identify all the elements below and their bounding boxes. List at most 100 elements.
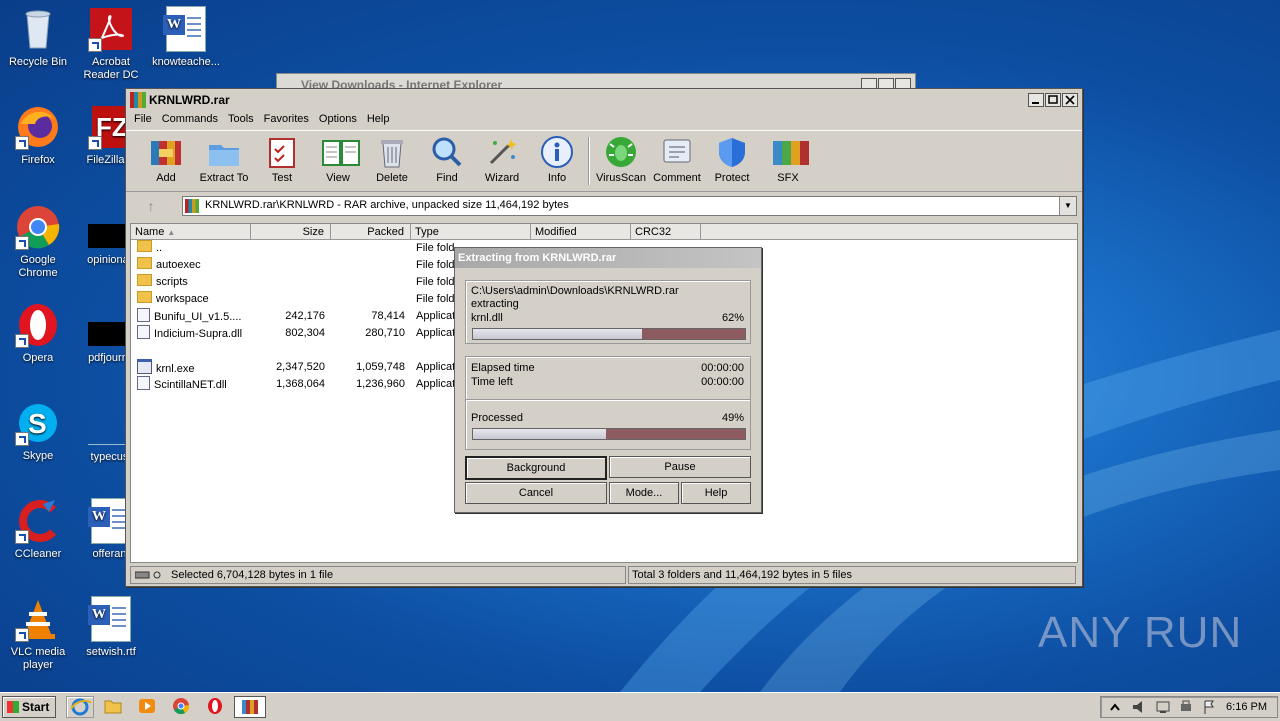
maximize-button[interactable] bbox=[1045, 93, 1061, 107]
up-one-level-button[interactable]: ↑ bbox=[132, 196, 170, 216]
menu-favorites[interactable]: Favorites bbox=[259, 111, 314, 127]
folder-icon bbox=[137, 291, 152, 303]
desktop-icon-label: Google Chrome bbox=[18, 254, 58, 279]
dropdown-arrow-icon[interactable]: ▼ bbox=[1059, 197, 1076, 215]
comment-icon bbox=[660, 135, 694, 169]
address-combobox[interactable]: KRNLWRD.rar\KRNLWRD - RAR archive, unpac… bbox=[182, 196, 1077, 216]
folder-icon bbox=[137, 240, 152, 252]
sfx-button[interactable]: SFX bbox=[760, 135, 816, 184]
desktop-icon-setwish[interactable]: W setwish.rtf bbox=[73, 596, 149, 659]
system-tray: 6:16 PM bbox=[1100, 696, 1278, 718]
sfx-archive-icon bbox=[771, 135, 809, 169]
shortcut-arrow-icon bbox=[15, 334, 29, 348]
file-size-cell: 242,176 bbox=[285, 310, 325, 322]
desktop-icon-label: setwish.rtf bbox=[86, 646, 136, 658]
taskbar-explorer[interactable] bbox=[100, 696, 126, 716]
desktop-icon-label: knowteache... bbox=[152, 56, 220, 68]
status-selection: Selected 6,704,128 bytes in 1 file bbox=[130, 566, 626, 584]
shortcut-arrow-icon bbox=[88, 38, 102, 52]
extract-to-button[interactable]: Extract To bbox=[196, 135, 252, 184]
desktop-icon-ccleaner[interactable]: CCleaner bbox=[0, 498, 76, 561]
file-name-cell: workspace bbox=[137, 291, 249, 308]
title-bar[interactable]: KRNLWRD.rar bbox=[126, 89, 1082, 111]
desktop-icon-acrobat[interactable]: Acrobat Reader DC bbox=[73, 6, 149, 82]
skype-icon: S bbox=[15, 400, 61, 446]
desktop-icon-recycle-bin[interactable]: Recycle Bin bbox=[0, 6, 76, 69]
taskbar-ie[interactable] bbox=[66, 696, 94, 718]
pause-button[interactable]: Pause bbox=[609, 456, 751, 478]
file-packed-cell: 1,059,748 bbox=[356, 361, 405, 373]
test-button[interactable]: Test bbox=[254, 135, 310, 184]
menu-file[interactable]: File bbox=[129, 111, 157, 127]
toolbar-separator bbox=[588, 137, 590, 185]
taskbar-opera[interactable] bbox=[202, 696, 228, 716]
shortcut-arrow-icon bbox=[88, 136, 102, 150]
virusscan-button[interactable]: VirusScan bbox=[593, 135, 649, 184]
info-button[interactable]: Info bbox=[529, 135, 585, 184]
word-document-icon: W bbox=[88, 596, 134, 642]
file-name: workspace bbox=[156, 293, 209, 305]
desktop-icon-firefox[interactable]: Firefox bbox=[0, 104, 76, 167]
time-left-value: 00:00:00 bbox=[701, 376, 744, 388]
column-modified-label: Modified bbox=[535, 226, 577, 238]
recycle-bin-icon bbox=[15, 6, 61, 52]
svg-text:S: S bbox=[28, 408, 47, 439]
desktop-icon-chrome[interactable]: Google Chrome bbox=[0, 204, 76, 280]
file-percent: 62% bbox=[721, 312, 744, 324]
wizard-button[interactable]: Wizard bbox=[474, 135, 530, 184]
start-button[interactable]: Start bbox=[2, 696, 56, 718]
close-button[interactable] bbox=[1062, 93, 1078, 107]
view-button[interactable]: View bbox=[310, 135, 366, 184]
desktop-icon-vlc[interactable]: VLC media player bbox=[0, 596, 76, 672]
menu-commands[interactable]: Commands bbox=[157, 111, 223, 127]
desktop-icon-opera[interactable]: Opera bbox=[0, 302, 76, 365]
archive-icon bbox=[185, 199, 199, 213]
delete-button[interactable]: Delete bbox=[364, 135, 420, 184]
folder-icon bbox=[104, 700, 122, 714]
column-header-crc32[interactable]: CRC32 bbox=[631, 224, 701, 240]
taskbar-winrar[interactable] bbox=[234, 696, 266, 718]
add-button[interactable]: Add bbox=[138, 135, 194, 184]
help-button[interactable]: Help bbox=[681, 482, 751, 504]
shortcut-arrow-icon bbox=[15, 530, 29, 544]
column-header-packed[interactable]: Packed bbox=[331, 224, 411, 240]
view-book-icon bbox=[321, 135, 360, 169]
column-header-size[interactable]: Size bbox=[251, 224, 331, 240]
menu-tools[interactable]: Tools bbox=[223, 111, 259, 127]
status-total-text: Total 3 folders and 11,464,192 bytes in … bbox=[632, 569, 852, 581]
find-button[interactable]: Find bbox=[419, 135, 475, 184]
minimize-button[interactable] bbox=[1028, 93, 1044, 107]
view-label: View bbox=[326, 172, 350, 184]
column-header-name[interactable]: Name ▲ bbox=[131, 224, 251, 240]
current-file-name: krnl.dll bbox=[471, 312, 503, 324]
file-name: autoexec bbox=[156, 259, 201, 271]
dialog-title[interactable]: Extracting from KRNLWRD.rar bbox=[455, 248, 761, 268]
watermark-text: ANY RUN bbox=[1038, 608, 1243, 657]
magic-wand-icon bbox=[485, 135, 519, 169]
file-name-cell: .. bbox=[137, 240, 249, 257]
file-name: .. bbox=[156, 242, 163, 254]
mode-button[interactable]: Mode... bbox=[609, 482, 679, 504]
menu-options[interactable]: Options bbox=[314, 111, 362, 127]
shortcut-arrow-icon bbox=[15, 432, 29, 446]
vlc-cone-icon bbox=[15, 596, 61, 642]
taskbar-chrome[interactable] bbox=[168, 696, 194, 716]
taskbar-media-player[interactable] bbox=[134, 696, 160, 716]
menu-help[interactable]: Help bbox=[362, 111, 395, 127]
desktop-icon-knowteache[interactable]: W knowteache... bbox=[148, 6, 224, 69]
column-type-label: Type bbox=[415, 226, 439, 238]
protect-button[interactable]: Protect bbox=[704, 135, 760, 184]
extract-progress-dialog: Extracting from KRNLWRD.rar C:\Users\adm… bbox=[454, 247, 762, 513]
desktop-icon-skype[interactable]: S Skype bbox=[0, 400, 76, 463]
cancel-button[interactable]: Cancel bbox=[465, 482, 607, 504]
elapsed-label: Elapsed time bbox=[471, 362, 535, 374]
column-header-type[interactable]: Type bbox=[411, 224, 531, 240]
background-button[interactable]: Background bbox=[465, 456, 607, 480]
add-archive-icon bbox=[149, 135, 183, 169]
comment-button[interactable]: Comment bbox=[649, 135, 705, 184]
column-header-modified[interactable]: Modified bbox=[531, 224, 631, 240]
desktop-icon-label: CCleaner bbox=[14, 548, 62, 560]
file-progress-bar bbox=[472, 328, 746, 340]
info-label: Info bbox=[547, 172, 567, 184]
address-text: KRNLWRD.rar\KRNLWRD - RAR archive, unpac… bbox=[205, 199, 569, 211]
